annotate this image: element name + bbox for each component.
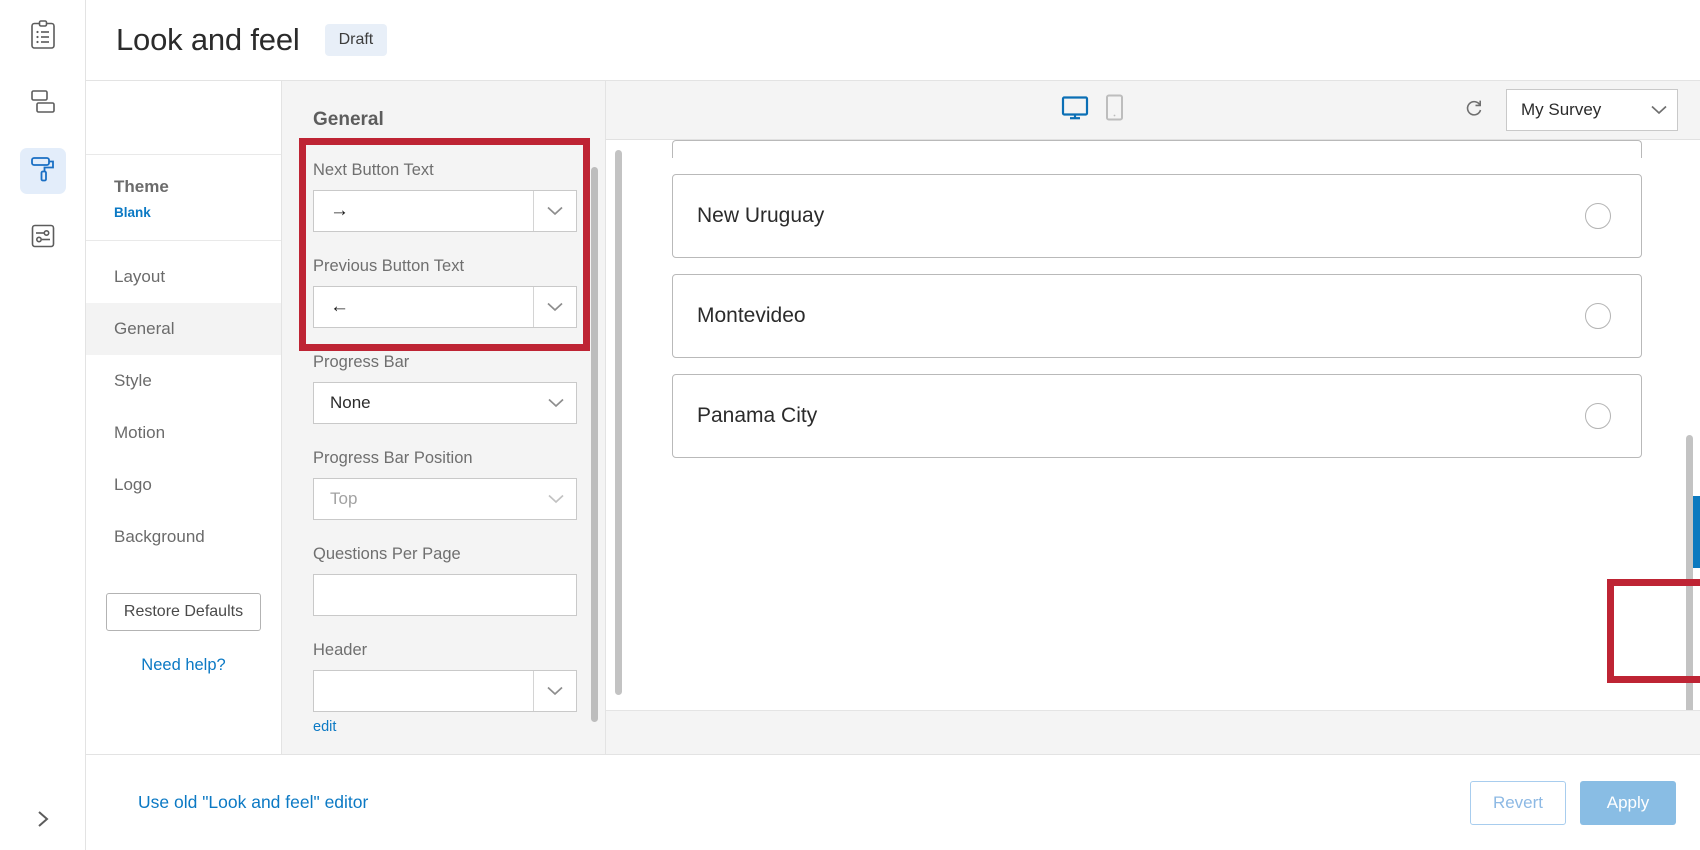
radio-button[interactable] — [1585, 303, 1611, 329]
use-old-editor-link[interactable]: Use old "Look and feel" editor — [138, 792, 368, 813]
radio-button[interactable] — [1585, 203, 1611, 229]
apply-button[interactable]: Apply — [1580, 780, 1676, 825]
questions-per-page-label: Questions Per Page — [313, 545, 461, 563]
need-help-link[interactable]: Need help? — [141, 656, 225, 675]
nav-actions: Restore Defaults Need help? — [86, 563, 281, 675]
previous-button-text-label: Previous Button Text — [313, 257, 465, 275]
chevron-down-icon[interactable] — [534, 686, 576, 696]
settings-content: General Next Button Text → Previous Butt… — [282, 81, 605, 736]
radio-button[interactable] — [1585, 403, 1611, 429]
field-previous-button-text: Previous Button Text ← — [313, 257, 577, 328]
field-progress-bar: Progress Bar None — [313, 353, 577, 424]
progress-bar-position-value: Top — [330, 489, 358, 508]
chevron-down-icon — [536, 494, 576, 504]
chevron-right-icon — [36, 809, 50, 834]
preview-scrollbar-left[interactable] — [615, 150, 622, 695]
next-button-text-combo[interactable]: → — [313, 190, 577, 232]
previous-button-text-combo[interactable]: ← — [313, 286, 577, 328]
nav-item-list: Layout General Style Motion Logo Backgro… — [86, 241, 281, 563]
desktop-preview-button[interactable] — [1061, 95, 1089, 126]
left-icon-rail — [0, 0, 86, 850]
preview-question-area: New Uruguay Montevideo Panama City — [606, 140, 1700, 710]
progress-bar-value: None — [330, 393, 371, 412]
questions-per-page-input[interactable] — [313, 574, 577, 616]
header-combo[interactable] — [313, 670, 577, 712]
preview-scrollbar-right[interactable] — [1686, 435, 1693, 710]
settings-panel-title: General — [313, 109, 384, 130]
device-toggle-group — [1061, 94, 1124, 126]
clipboard-list-icon — [30, 19, 56, 55]
chevron-down-icon[interactable] — [534, 206, 576, 216]
look-and-feel-nav: Theme Blank Layout General Style Motion … — [86, 81, 282, 754]
field-next-button-text: Next Button Text → — [313, 161, 577, 232]
rail-item-survey-flow[interactable] — [20, 81, 66, 127]
revert-button[interactable]: Revert — [1470, 780, 1566, 825]
paint-roller-icon — [30, 155, 56, 188]
previous-button-text-value: ← — [330, 296, 349, 317]
header-edit-link[interactable]: edit — [313, 719, 336, 735]
survey-preview: My Survey New Uruguay Montevideo Panama … — [606, 81, 1700, 754]
nav-item-motion[interactable]: Motion — [86, 407, 281, 459]
option-row-montevideo[interactable]: Montevideo — [672, 274, 1642, 358]
preview-canvas: New Uruguay Montevideo Panama City — [606, 140, 1700, 710]
rail-expand-button[interactable] — [28, 806, 58, 836]
preview-toolbar: My Survey — [606, 81, 1700, 140]
rail-bottom-area — [0, 806, 86, 836]
main-column: Look and feel Draft Theme Blank Layout G… — [86, 0, 1700, 850]
nav-item-layout[interactable]: Layout — [86, 251, 281, 303]
nav-item-background[interactable]: Background — [86, 511, 281, 563]
option-label: Panama City — [697, 404, 818, 427]
next-button-zone: → — [672, 458, 1700, 658]
progress-bar-label: Progress Bar — [313, 353, 410, 371]
progress-bar-select[interactable]: None — [313, 382, 577, 424]
bottom-action-bar: Use old "Look and feel" editor Revert Ap… — [86, 754, 1700, 850]
progress-bar-position-label: Progress Bar Position — [313, 449, 473, 467]
next-button-text-value: → — [330, 200, 349, 221]
bottom-buttons: Revert Apply — [1470, 780, 1676, 825]
theme-value-link[interactable]: Blank — [114, 205, 281, 220]
option-row-clipped-above — [672, 140, 1642, 158]
preview-footer-bar — [606, 710, 1700, 754]
theme-label: Theme — [114, 177, 169, 196]
refresh-icon — [1464, 98, 1484, 123]
option-row-new-uruguay[interactable]: New Uruguay — [672, 174, 1642, 258]
mobile-preview-button[interactable] — [1105, 94, 1124, 126]
nav-item-logo[interactable]: Logo — [86, 459, 281, 511]
rail-item-look-and-feel[interactable] — [19, 148, 66, 194]
option-label: New Uruguay — [697, 204, 825, 227]
header-field-label: Header — [313, 641, 368, 659]
field-questions-per-page: Questions Per Page — [313, 545, 577, 616]
chevron-down-icon — [1641, 105, 1677, 115]
page-title: Look and feel — [116, 22, 300, 57]
sliders-settings-icon — [30, 223, 56, 254]
option-row-panama-city[interactable]: Panama City — [672, 374, 1642, 458]
survey-selector[interactable]: My Survey — [1506, 89, 1678, 131]
chevron-down-icon — [536, 398, 576, 408]
refresh-preview-button[interactable] — [1464, 98, 1484, 123]
field-progress-bar-position: Progress Bar Position Top — [313, 449, 577, 520]
field-header: Header edit — [313, 641, 577, 736]
rail-item-survey-options[interactable] — [20, 215, 66, 261]
desktop-monitor-icon — [1061, 95, 1089, 126]
nav-spacer — [86, 81, 281, 155]
page-header: Look and feel Draft — [86, 0, 1700, 81]
option-label: Montevideo — [697, 304, 806, 327]
nav-item-general[interactable]: General — [86, 303, 281, 355]
editor-middle-region: Theme Blank Layout General Style Motion … — [86, 81, 1700, 754]
settings-panel-scrollbar[interactable] — [591, 167, 598, 722]
look-and-feel-editor: Look and feel Draft Theme Blank Layout G… — [0, 0, 1700, 850]
nav-item-style[interactable]: Style — [86, 355, 281, 407]
general-settings-panel: General Next Button Text → Previous Butt… — [282, 81, 606, 754]
progress-bar-position-select[interactable]: Top — [313, 478, 577, 520]
preview-toolbar-right: My Survey — [1464, 89, 1678, 131]
mobile-phone-icon — [1105, 94, 1124, 126]
rail-item-survey-builder[interactable] — [20, 14, 66, 60]
theme-section: Theme Blank — [86, 155, 281, 241]
next-button-text-label: Next Button Text — [313, 161, 434, 179]
restore-defaults-button[interactable]: Restore Defaults — [105, 593, 262, 631]
survey-selector-value: My Survey — [1521, 100, 1602, 119]
flow-blocks-icon — [29, 89, 57, 120]
chevron-down-icon[interactable] — [534, 302, 576, 312]
status-badge: Draft — [324, 24, 388, 56]
